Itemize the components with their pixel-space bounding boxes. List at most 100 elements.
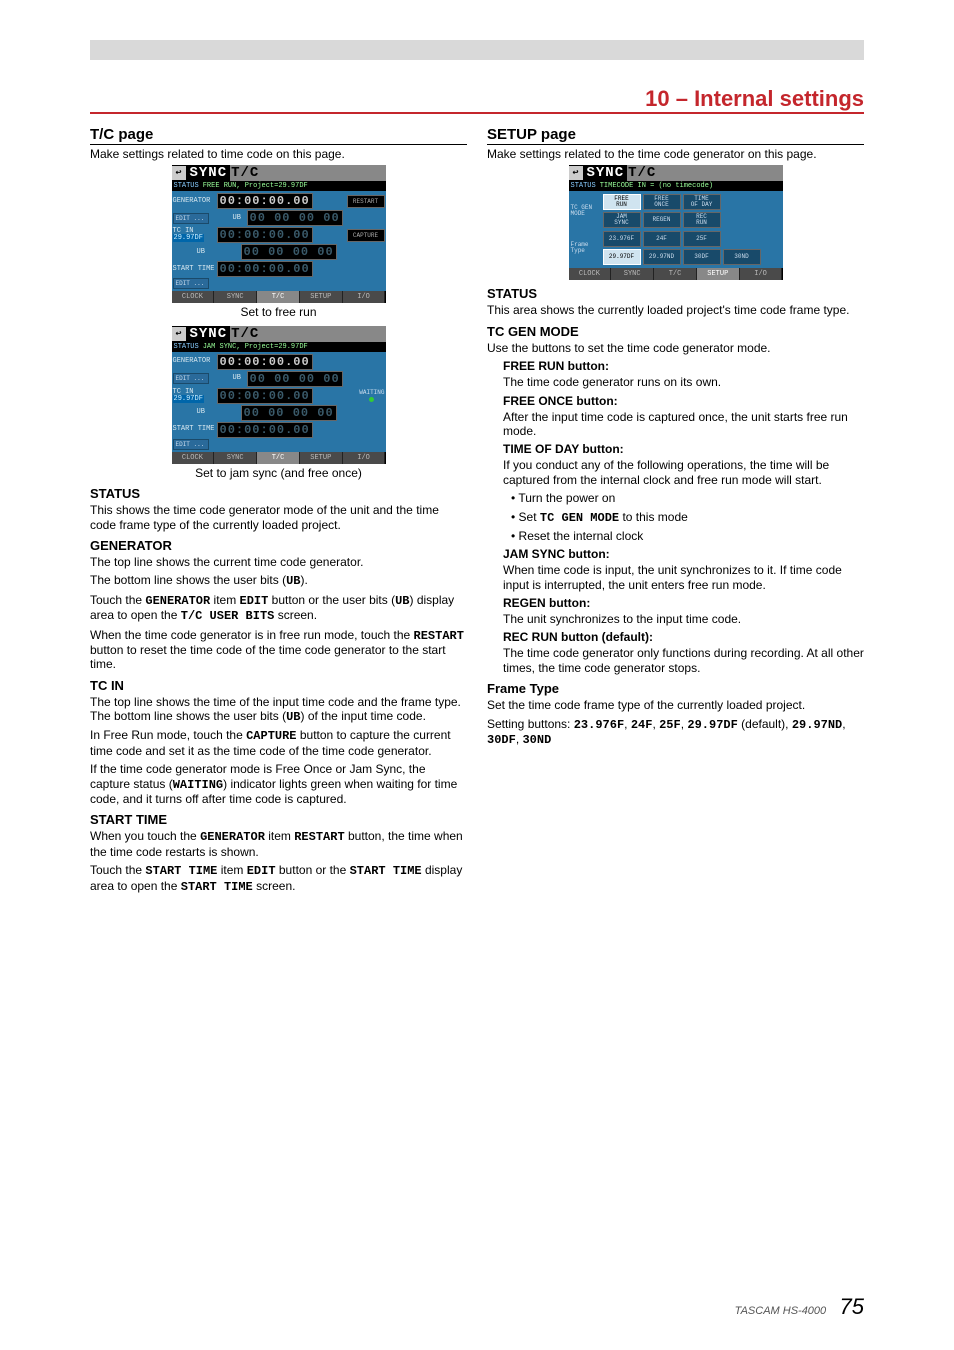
generator-label: GENERATOR: [173, 198, 217, 205]
screenshot-tc-jamsync: ↩ SYNCT/C STATUSJAM SYNC, Project=29.97D…: [172, 326, 386, 464]
tcin-ub-lcd: 00 00 00 00: [241, 244, 337, 260]
heading-generator: GENERATOR: [90, 538, 467, 553]
generator-desc-4: When the time code generator is in free …: [90, 628, 467, 672]
tab-io[interactable]: I/O: [343, 452, 386, 464]
bullet-1: • Turn the power on: [511, 491, 864, 505]
setup-intro: Make settings related to the time code g…: [487, 147, 864, 161]
starttime-edit-button[interactable]: EDIT ...: [173, 439, 209, 450]
capture-button[interactable]: CAPTURE: [347, 229, 385, 242]
generator-lcd[interactable]: 00:00:00.00: [217, 193, 313, 209]
tcgenmode-desc: Use the buttons to set the time code gen…: [487, 341, 864, 355]
generator-desc-3: Touch the GENERATOR item EDIT button or …: [90, 593, 467, 624]
status-text: FREE RUN, Project=29.97DF: [203, 182, 308, 190]
recrun-desc: The time code generator only functions d…: [503, 646, 864, 675]
tab-tc[interactable]: T/C: [257, 291, 300, 303]
tab-io[interactable]: I/O: [740, 268, 783, 280]
ft-2997nd[interactable]: 29.97ND: [643, 249, 681, 265]
tab-clock[interactable]: CLOCK: [569, 268, 612, 280]
heading-status: STATUS: [90, 486, 467, 501]
tab-setup[interactable]: SETUP: [300, 452, 343, 464]
free-run-button[interactable]: FREE RUN: [603, 194, 641, 210]
ft-2997df[interactable]: 29.97DF: [603, 249, 641, 265]
heading-setup-page: SETUP page: [487, 126, 864, 145]
heading-timeofday: TIME OF DAY button:: [503, 442, 864, 456]
waiting-indicator: WAITING: [359, 389, 384, 403]
left-column: T/C page Make settings related to time c…: [90, 126, 467, 1290]
frametype-desc-2: Setting buttons: 23.976F, 24F, 25F, 29.9…: [487, 717, 864, 748]
tcin-lcd: 00:00:00.00: [217, 227, 313, 243]
screenshot-tc-freerun: ↩ SYNCT/C STATUSFREE RUN, Project=29.97D…: [172, 165, 386, 303]
time-of-day-button[interactable]: TIME OF DAY: [683, 194, 721, 210]
ft-30df[interactable]: 30DF: [683, 249, 721, 265]
status-text: JAM SYNC, Project=29.97DF: [203, 343, 308, 351]
generator-desc-2: The bottom line shows the user bits (UB)…: [90, 573, 467, 588]
regen-button[interactable]: REGEN: [643, 212, 681, 228]
ft-23976[interactable]: 23.976F: [603, 231, 641, 247]
tab-clock[interactable]: CLOCK: [172, 452, 215, 464]
generator-desc-1: The top line shows the current time code…: [90, 555, 467, 569]
tcin-desc-1: The top line shows the time of the input…: [90, 695, 467, 725]
tab-clock[interactable]: CLOCK: [172, 291, 215, 303]
free-once-button[interactable]: FREE ONCE: [643, 194, 681, 210]
heading-frametype: Frame Type: [487, 681, 864, 696]
page-footer: TASCAM HS-4000 75: [735, 1294, 864, 1320]
chapter-title: 10 – Internal settings: [645, 86, 864, 112]
rec-run-button[interactable]: REC RUN: [683, 212, 721, 228]
tab-io[interactable]: I/O: [343, 291, 386, 303]
ft-30nd[interactable]: 30ND: [723, 249, 761, 265]
heading-jamsync: JAM SYNC button:: [503, 547, 864, 561]
starttime-label: START TIME: [173, 266, 217, 273]
header-bar: [90, 40, 864, 60]
screenshot-setup: ↩ SYNCT/C STATUSTIMECODE IN = (no timeco…: [569, 165, 783, 280]
tab-setup[interactable]: SETUP: [300, 291, 343, 303]
regen-desc: The unit synchronizes to the input time …: [503, 612, 864, 626]
back-icon[interactable]: ↩: [172, 166, 186, 180]
heading-recrun: REC RUN button (default):: [503, 630, 864, 644]
tab-tc[interactable]: T/C: [257, 452, 300, 464]
frametype-label: Frame Type: [570, 242, 602, 254]
tab-sync[interactable]: SYNC: [214, 291, 257, 303]
generator-lcd[interactable]: 00:00:00.00: [217, 354, 313, 370]
status-desc: This shows the time code generator mode …: [90, 503, 467, 532]
generator-edit-button[interactable]: EDIT ...: [173, 373, 209, 384]
starttime-desc-1: When you touch the GENERATOR item RESTAR…: [90, 829, 467, 859]
generator-edit-button[interactable]: EDIT ...: [173, 213, 209, 224]
restart-button[interactable]: RESTART: [347, 195, 385, 208]
heading-tc-page: T/C page: [90, 126, 467, 145]
freeonce-desc: After the input time code is captured on…: [503, 410, 864, 439]
back-icon[interactable]: ↩: [172, 327, 186, 341]
content-columns: T/C page Make settings related to time c…: [90, 126, 864, 1290]
ft-25[interactable]: 25F: [683, 231, 721, 247]
tab-sync[interactable]: SYNC: [611, 268, 654, 280]
screen-title: SYNCT/C: [186, 165, 386, 181]
heading-regen: REGEN button:: [503, 596, 864, 610]
tab-setup[interactable]: SETUP: [697, 268, 740, 280]
heading-tcgenmode: TC GEN MODE: [487, 324, 864, 339]
right-column: SETUP page Make settings related to the …: [487, 126, 864, 1290]
footer-page-number: 75: [840, 1294, 864, 1319]
footer-model: TASCAM HS-4000: [735, 1305, 827, 1317]
caption-jamsync: Set to jam sync (and free once): [90, 466, 467, 480]
tcgenmode-label: TC GEN MODE: [570, 205, 602, 217]
back-icon[interactable]: ↩: [569, 166, 583, 180]
tab-sync[interactable]: SYNC: [214, 452, 257, 464]
screen-title: SYNCT/C: [186, 326, 386, 342]
tcin-label: TC IN29.97DF: [173, 228, 217, 242]
tcin-desc-3: If the time code generator mode is Free …: [90, 762, 467, 806]
jam-sync-button[interactable]: JAM SYNC: [603, 212, 641, 228]
tcin-desc-2: In Free Run mode, touch the CAPTURE butt…: [90, 728, 467, 758]
generator-ub-lcd[interactable]: 00 00 00 00: [247, 210, 343, 226]
timeofday-desc: If you conduct any of the following oper…: [503, 458, 864, 487]
starttime-edit-button[interactable]: EDIT ...: [173, 278, 209, 289]
ft-24[interactable]: 24F: [643, 231, 681, 247]
status-desc-r: This area shows the currently loaded pro…: [487, 303, 864, 317]
tc-intro: Make settings related to time code on th…: [90, 147, 467, 161]
jamsync-desc: When time code is input, the unit synchr…: [503, 563, 864, 592]
tab-bar: CLOCK SYNC T/C SETUP I/O: [172, 291, 386, 303]
starttime-lcd[interactable]: 00:00:00.00: [217, 261, 313, 277]
status-text: TIMECODE IN = (no timecode): [600, 182, 713, 190]
frametype-desc-1: Set the time code frame type of the curr…: [487, 698, 864, 712]
starttime-desc-2: Touch the START TIME item EDIT button or…: [90, 863, 467, 894]
tab-tc[interactable]: T/C: [654, 268, 697, 280]
heading-tcin: TC IN: [90, 678, 467, 693]
